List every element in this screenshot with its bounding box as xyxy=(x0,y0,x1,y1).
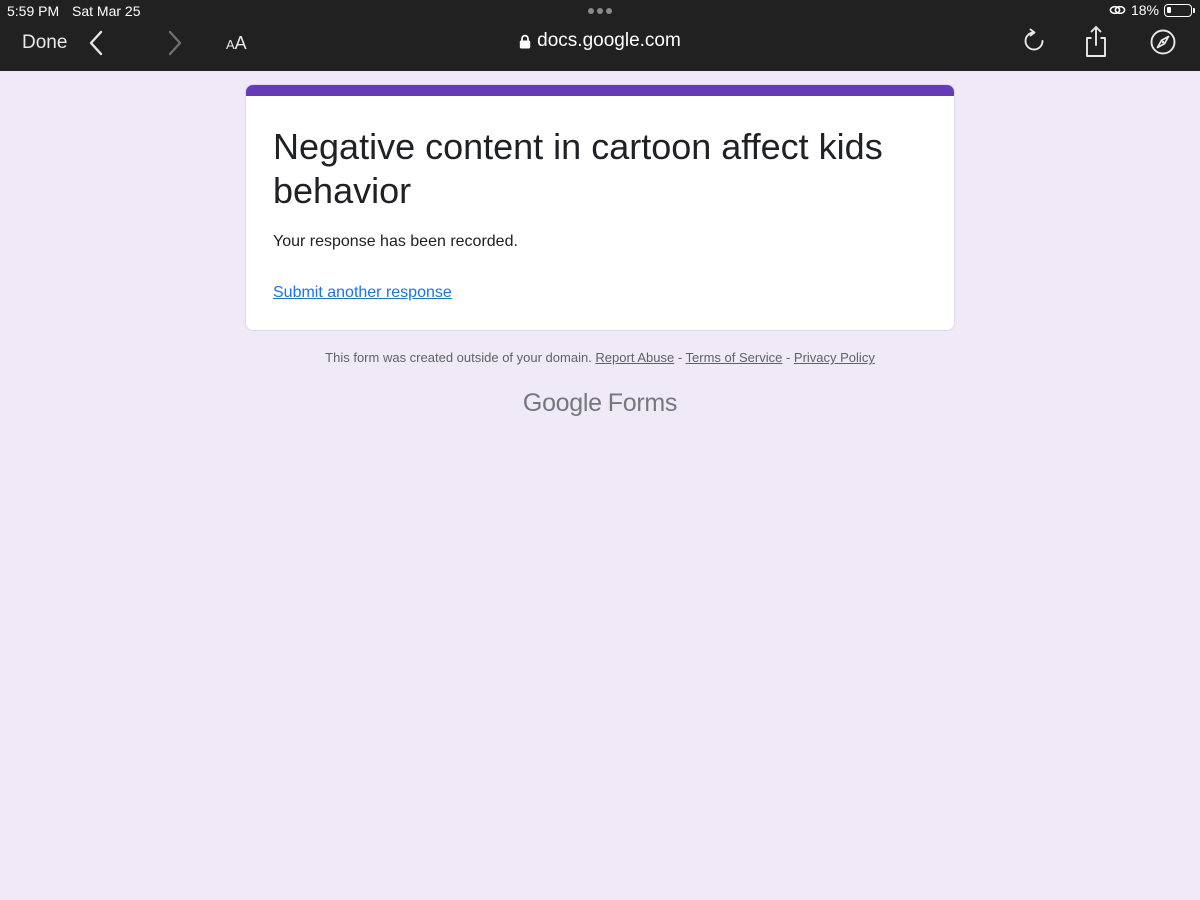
logo-forms: Forms xyxy=(607,389,678,417)
domain-notice: This form was created outside of your do… xyxy=(325,350,592,365)
chevron-left-icon[interactable] xyxy=(88,30,106,61)
text-size-large: A xyxy=(234,33,247,53)
compass-icon[interactable] xyxy=(1149,28,1177,61)
status-time: 5:59 PM xyxy=(7,3,60,19)
text-size-button[interactable]: A A xyxy=(226,33,247,54)
battery-level xyxy=(1167,6,1171,13)
chevron-right-icon[interactable] xyxy=(166,30,184,61)
google-forms-logo[interactable]: Google Forms xyxy=(0,389,1200,418)
terms-of-service-link[interactable]: Terms of Service xyxy=(686,350,783,365)
status-right: 18% xyxy=(1109,2,1195,18)
more-tabs-icon[interactable] xyxy=(588,8,612,14)
form-footer: This form was created outside of your do… xyxy=(0,350,1200,365)
confirmation-message: Your response has been recorded. xyxy=(273,233,518,250)
done-button[interactable]: Done xyxy=(22,32,67,54)
status-date: Sat Mar 25 xyxy=(72,3,141,19)
text-size-small: A xyxy=(226,37,235,52)
form-title: Negative content in cartoon affect kids … xyxy=(273,126,883,211)
link-icon xyxy=(1109,5,1126,15)
battery-icon xyxy=(1164,3,1195,17)
browser-toolbar: 5:59 PM Sat Mar 25 18% Done A A docs.goo… xyxy=(0,0,1200,71)
reload-icon[interactable] xyxy=(1022,28,1046,59)
submit-another-response-link[interactable]: Submit another response xyxy=(273,284,452,302)
footer-separator: - xyxy=(782,350,794,365)
logo-google: Google xyxy=(522,389,602,417)
battery-percent: 18% xyxy=(1130,2,1159,18)
footer-separator: - xyxy=(674,350,686,365)
url-text[interactable]: docs.google.com xyxy=(537,30,681,52)
privacy-policy-link[interactable]: Privacy Policy xyxy=(794,350,875,365)
report-abuse-link[interactable]: Report Abuse xyxy=(595,350,674,365)
form-card: Negative content in cartoon affect kids … xyxy=(245,84,955,331)
lock-icon xyxy=(519,34,531,48)
share-icon[interactable] xyxy=(1083,25,1109,64)
card-accent-bar xyxy=(246,85,954,96)
